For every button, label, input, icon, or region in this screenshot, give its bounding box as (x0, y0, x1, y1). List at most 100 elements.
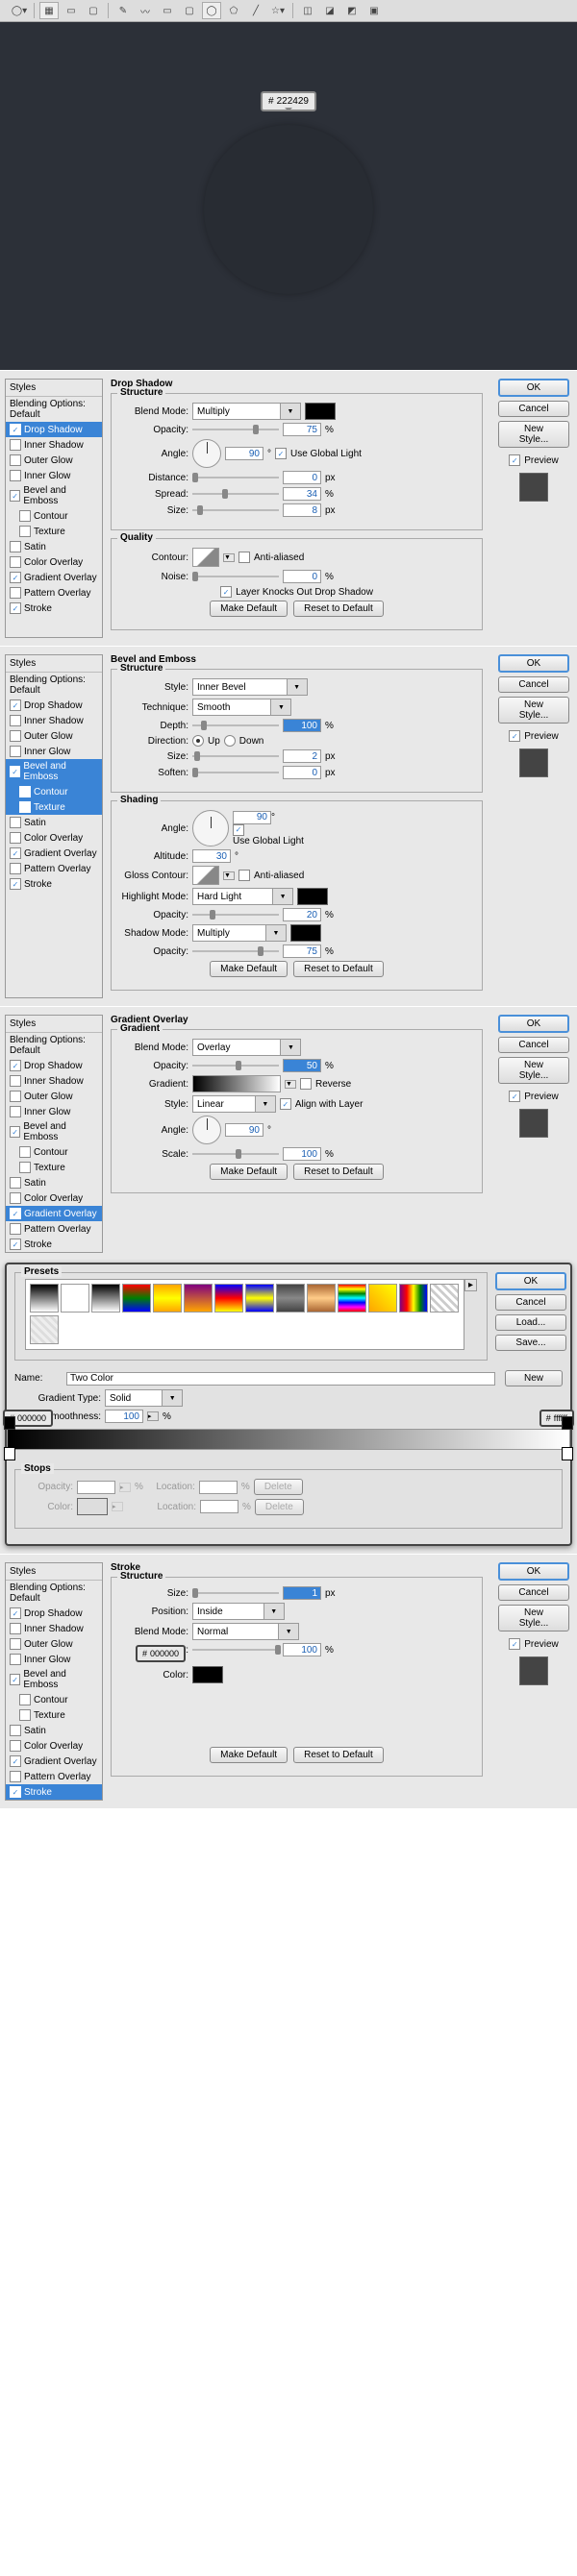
style-outer-glow[interactable]: Outer Glow (6, 453, 102, 468)
checkbox-icon[interactable]: ✓ (10, 424, 21, 435)
style-stroke[interactable]: ✓Stroke (6, 1784, 102, 1800)
sh-opacity-slider[interactable] (192, 945, 279, 958)
style-contour[interactable]: Contour (6, 784, 102, 799)
preset-swatch[interactable] (61, 1284, 89, 1313)
soften-slider[interactable] (192, 766, 279, 779)
make-default-button[interactable]: Make Default (210, 601, 288, 617)
checkbox-icon[interactable] (10, 556, 21, 568)
angle-dial[interactable] (192, 439, 221, 468)
preview-checkbox[interactable]: ✓ (509, 730, 520, 742)
checkbox-icon[interactable]: ✓ (10, 602, 21, 614)
presets-menu-icon[interactable]: ▸ (464, 1279, 477, 1291)
preset-swatch[interactable] (399, 1284, 428, 1313)
checkbox-icon[interactable] (10, 454, 21, 466)
global-light-checkbox[interactable]: ✓ (233, 824, 244, 836)
position-select[interactable]: Inside▼ (192, 1603, 285, 1620)
opacity-input[interactable] (283, 1059, 321, 1072)
style-color-overlay[interactable]: Color Overlay (6, 554, 102, 570)
opacity-input[interactable] (283, 1643, 321, 1656)
antialiased-checkbox[interactable] (238, 552, 250, 563)
opacity-slider[interactable] (192, 1059, 279, 1072)
freeform-icon[interactable]: 〰 (136, 2, 155, 19)
size-input[interactable] (283, 503, 321, 517)
polygon-icon[interactable]: ⬠ (224, 2, 243, 19)
shadow-mode-select[interactable]: Multiply▼ (192, 924, 287, 942)
bevel-style-select[interactable]: Inner Bevel▼ (192, 678, 308, 696)
gradient-name-input[interactable] (66, 1372, 495, 1386)
angle-input[interactable] (225, 447, 263, 460)
style-stroke[interactable]: ✓Stroke (6, 601, 102, 616)
line-icon[interactable]: ╱ (246, 2, 265, 19)
preset-swatch[interactable] (338, 1284, 366, 1313)
load-button[interactable]: Load... (495, 1314, 566, 1331)
preset-swatch[interactable] (276, 1284, 305, 1313)
stroke-color-swatch[interactable] (192, 1666, 223, 1683)
align-checkbox[interactable]: ✓ (280, 1098, 291, 1110)
depth-slider[interactable] (192, 719, 279, 732)
preset-swatch[interactable] (122, 1284, 151, 1313)
global-light-checkbox[interactable]: ✓ (275, 448, 287, 459)
blend-mode-select[interactable]: Overlay▼ (192, 1039, 301, 1056)
mode-path-icon[interactable]: ▭ (62, 2, 81, 19)
preview-checkbox[interactable]: ✓ (509, 1091, 520, 1102)
knockout-checkbox[interactable]: ✓ (220, 586, 232, 598)
direction-up-radio[interactable] (192, 735, 204, 747)
hl-opacity-input[interactable] (283, 908, 321, 921)
style-pattern-overlay[interactable]: Pattern Overlay (6, 585, 102, 601)
ok-button[interactable]: OK (498, 1562, 569, 1581)
new-button[interactable]: New (505, 1370, 563, 1386)
pentool-icon[interactable]: ✎ (113, 2, 133, 19)
checkbox-icon[interactable] (10, 470, 21, 481)
checkbox-icon[interactable] (10, 587, 21, 599)
reset-default-button[interactable]: Reset to Default (293, 961, 384, 977)
reverse-checkbox[interactable] (300, 1078, 312, 1090)
combine-icon[interactable]: ◫ (298, 2, 317, 19)
custom-icon[interactable]: ☆▾ (268, 2, 288, 19)
style-texture[interactable]: Texture (6, 524, 102, 539)
highlight-mode-select[interactable]: Hard Light▼ (192, 888, 293, 905)
style-bevel[interactable]: ✓Bevel and Emboss (6, 483, 102, 508)
checkbox-icon[interactable] (19, 510, 31, 522)
style-texture[interactable]: Texture (6, 799, 102, 815)
hl-opacity-slider[interactable] (192, 908, 279, 921)
preset-swatch[interactable] (245, 1284, 274, 1313)
ok-button[interactable]: OK (495, 1272, 566, 1290)
roundrect-icon[interactable]: ▢ (180, 2, 199, 19)
gradient-preview[interactable] (192, 1075, 281, 1092)
checkbox-icon[interactable] (19, 526, 31, 537)
angle-dial[interactable] (192, 810, 229, 846)
opacity-stop-right[interactable] (562, 1416, 573, 1430)
blending-options-row[interactable]: Blending Options: Default (6, 397, 102, 422)
opacity-input[interactable] (283, 423, 321, 436)
cancel-button[interactable]: Cancel (498, 676, 569, 693)
reset-default-button[interactable]: Reset to Default (293, 601, 384, 617)
presets-grid[interactable] (25, 1279, 464, 1350)
preset-swatch[interactable] (30, 1315, 59, 1344)
scale-slider[interactable] (192, 1147, 279, 1161)
blend-mode-select[interactable]: Multiply▼ (192, 403, 301, 420)
new-style-button[interactable]: New Style... (498, 421, 569, 448)
highlight-color-swatch[interactable] (297, 888, 328, 905)
cancel-button[interactable]: Cancel (498, 1584, 569, 1601)
contour-picker[interactable] (192, 548, 219, 567)
preset-swatch[interactable] (368, 1284, 397, 1313)
canvas-area[interactable]: ◯▾ ▦ ▭ ▢ ✎ 〰 ▭ ▢ ◯ ⬠ ╱ ☆▾ ◫ ◪ ◩ ▣ #22242… (0, 0, 577, 370)
style-drop-shadow[interactable]: ✓Drop Shadow (6, 422, 102, 437)
ok-button[interactable]: OK (498, 654, 569, 673)
opacity-slider[interactable] (192, 423, 279, 436)
soften-input[interactable] (283, 766, 321, 779)
size-input[interactable] (283, 749, 321, 763)
mode-shape-icon[interactable]: ▦ (39, 2, 59, 19)
preview-checkbox[interactable]: ✓ (509, 454, 520, 466)
cancel-button[interactable]: Cancel (498, 1037, 569, 1053)
reset-default-button[interactable]: Reset to Default (293, 1164, 384, 1180)
noise-input[interactable] (283, 570, 321, 583)
style-gradient-overlay[interactable]: ✓Gradient Overlay (6, 570, 102, 585)
exclude-icon[interactable]: ▣ (364, 2, 384, 19)
blend-mode-select[interactable]: Normal▼ (192, 1623, 299, 1640)
opacity-slider[interactable] (192, 1643, 279, 1656)
preset-swatch[interactable] (30, 1284, 59, 1313)
gradient-type-select[interactable]: Solid▼ (105, 1389, 183, 1407)
checkbox-icon[interactable]: ✓ (10, 490, 20, 502)
checkbox-icon[interactable] (10, 541, 21, 552)
